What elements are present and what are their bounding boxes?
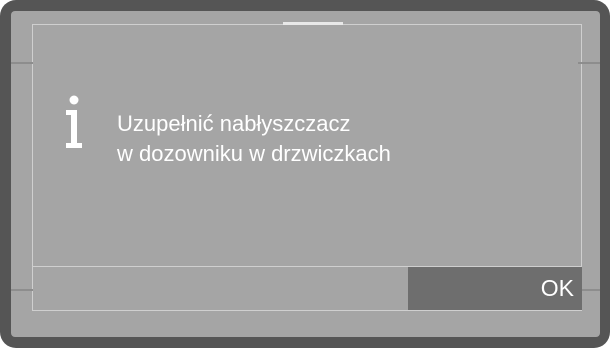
dialog-message: Uzupełnić nabłyszczacz w dozowniku w drz…: [117, 109, 391, 169]
ok-button[interactable]: OK: [408, 267, 582, 310]
info-icon: [62, 95, 86, 151]
page-indicator: [283, 22, 343, 25]
message-line-1: Uzupełnić nabłyszczacz: [117, 111, 351, 136]
frame-tick: [578, 62, 600, 64]
frame-tick: [11, 62, 33, 64]
message-line-2: w dozowniku w drzwiczkach: [117, 141, 391, 166]
frame-tick: [11, 289, 33, 291]
